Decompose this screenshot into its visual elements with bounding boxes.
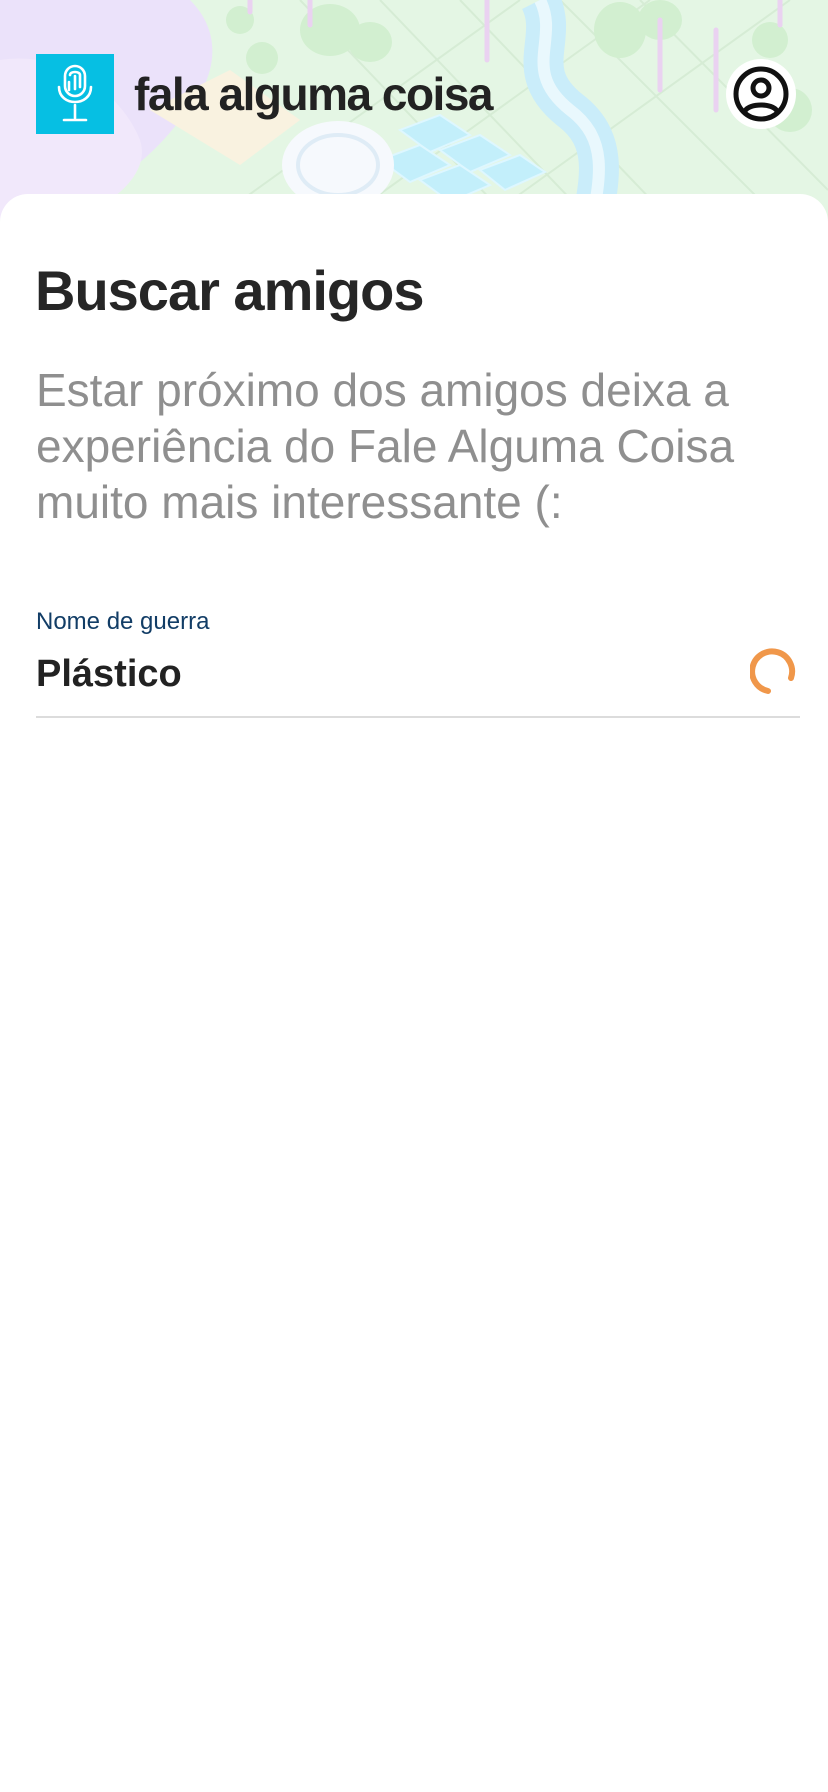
- app-screen: fala alguma coisa Buscar amigos Estar pr…: [0, 0, 828, 1792]
- brand: fala alguma coisa: [36, 54, 494, 134]
- profile-button[interactable]: [726, 59, 796, 129]
- loading-spinner-icon: [750, 648, 796, 694]
- app-logo: [36, 54, 114, 134]
- nickname-input-row: [36, 646, 800, 718]
- main-card: Buscar amigos Estar próximo dos amigos d…: [0, 194, 828, 1792]
- app-name: fala alguma coisa: [134, 68, 494, 120]
- nickname-label: Nome de guerra: [36, 608, 210, 635]
- nickname-input[interactable]: [36, 650, 716, 698]
- fingerprint-microphone-icon: [57, 64, 93, 122]
- nickname-field: Nome de guerra: [36, 608, 800, 718]
- page-subtitle: Estar próximo dos amigos deixa a experiê…: [36, 364, 735, 528]
- page-title: Buscar amigos: [35, 259, 424, 322]
- user-circle-icon: [733, 66, 789, 122]
